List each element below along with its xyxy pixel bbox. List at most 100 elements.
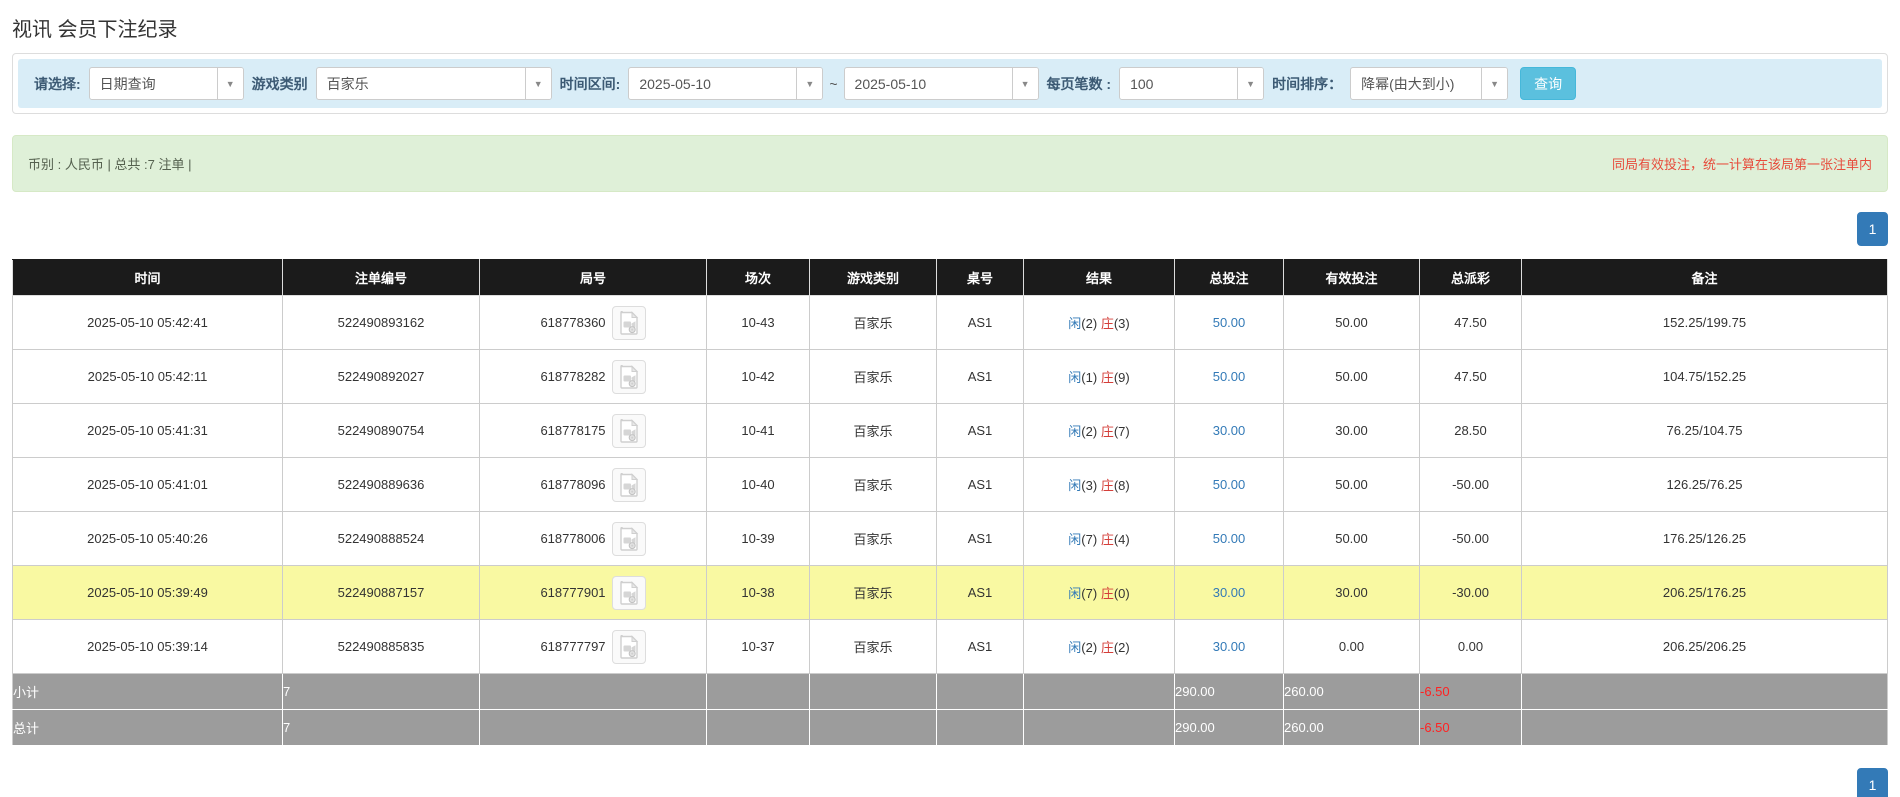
total-bet-link[interactable]: 50.00 xyxy=(1213,315,1246,330)
video-file-icon xyxy=(619,634,638,659)
total-bet-link[interactable]: 50.00 xyxy=(1213,369,1246,384)
video-replay-button[interactable] xyxy=(611,575,646,610)
query-type-value: 日期查询 xyxy=(99,75,156,92)
col-header-time: 时间 xyxy=(12,259,283,296)
cell-table-no: AS1 xyxy=(936,403,1024,458)
total-bet-link[interactable]: 50.00 xyxy=(1213,477,1246,492)
cell-session: 10-41 xyxy=(706,403,810,458)
cell-result: 闲(2) 庄(3) xyxy=(1023,295,1175,350)
search-button[interactable]: 查询 xyxy=(1520,67,1577,100)
result-banker: 庄(3) xyxy=(1100,316,1130,331)
chevron-down-icon: ▼ xyxy=(1481,68,1508,99)
cell-round-no: 618778360 xyxy=(479,295,707,350)
cell-game-type: 百家乐 xyxy=(809,349,937,404)
cell-valid-bet: 50.00 xyxy=(1283,511,1420,566)
page-container: 视讯 会员下注纪录 请选择: 日期查询 ▼ 游戏类别 百家乐 ▼ 时间区间: 2… xyxy=(0,0,1900,797)
cell-note: 152.25/199.75 xyxy=(1521,295,1888,350)
video-replay-button[interactable] xyxy=(611,413,646,448)
date-to-select[interactable]: 2025-05-10 ▼ xyxy=(843,67,1039,100)
video-replay-button[interactable] xyxy=(611,521,646,556)
table-row: 2025-05-10 05:42:11 522490892027 6187782… xyxy=(12,349,1888,404)
total-bet-link[interactable]: 30.00 xyxy=(1213,585,1246,600)
result-player: 闲(2) xyxy=(1068,424,1098,439)
date-from-select[interactable]: 2025-05-10 ▼ xyxy=(628,67,824,100)
date-to-value: 2025-05-10 xyxy=(854,75,927,92)
video-file-icon xyxy=(619,472,638,497)
cell-time: 2025-05-10 05:39:49 xyxy=(12,565,283,620)
cell-bet-no: 522490890754 xyxy=(282,403,480,458)
result-banker: 庄(0) xyxy=(1100,586,1130,601)
cell-table-no: AS1 xyxy=(936,619,1024,674)
col-header-total-bet: 总投注 xyxy=(1174,259,1284,296)
page-size-value: 100 xyxy=(1130,75,1154,92)
cell-table-no: AS1 xyxy=(936,295,1024,350)
result-player: 闲(1) xyxy=(1068,370,1098,385)
page-size-select[interactable]: 100 ▼ xyxy=(1119,67,1265,100)
cell-payout: 47.50 xyxy=(1419,295,1522,350)
round-no-text: 618778096 xyxy=(540,477,606,492)
chevron-down-icon: ▼ xyxy=(796,68,823,99)
cell-time: 2025-05-10 05:42:11 xyxy=(12,349,283,404)
cell-result: 闲(2) 庄(7) xyxy=(1023,403,1175,458)
pagination-top: 1 xyxy=(12,212,1888,246)
total-bet-link[interactable]: 50.00 xyxy=(1213,531,1246,546)
round-no-text: 618778360 xyxy=(540,315,606,330)
result-banker: 庄(4) xyxy=(1100,532,1130,547)
cell-round-no: 618778096 xyxy=(479,457,707,512)
cell-valid-bet: 50.00 xyxy=(1283,295,1420,350)
video-replay-button[interactable] xyxy=(611,467,646,502)
total-bet-link[interactable]: 30.00 xyxy=(1213,423,1246,438)
cell-round-no: 618778175 xyxy=(479,403,707,458)
video-replay-button[interactable] xyxy=(611,359,646,394)
cell-game-type: 百家乐 xyxy=(809,619,937,674)
subtotal-count: 7 xyxy=(282,673,480,710)
col-header-round-no: 局号 xyxy=(479,259,707,296)
cell-total-bet: 30.00 xyxy=(1174,619,1284,674)
grand-total-valid-bet: 260.00 xyxy=(1283,709,1420,746)
cell-table-no: AS1 xyxy=(936,457,1024,512)
time-sort-select[interactable]: 降幂(由大到小) ▼ xyxy=(1350,67,1509,100)
page-1-button[interactable]: 1 xyxy=(1857,212,1888,246)
cell-table-no: AS1 xyxy=(936,511,1024,566)
cell-result: 闲(7) 庄(0) xyxy=(1023,565,1175,620)
cell-bet-no: 522490888524 xyxy=(282,511,480,566)
cell-bet-no: 522490887157 xyxy=(282,565,480,620)
total-bet-link[interactable]: 30.00 xyxy=(1213,639,1246,654)
cell-payout: 28.50 xyxy=(1419,403,1522,458)
cell-bet-no: 522490893162 xyxy=(282,295,480,350)
col-header-valid-bet: 有效投注 xyxy=(1283,259,1420,296)
cell-total-bet: 30.00 xyxy=(1174,565,1284,620)
cell-game-type: 百家乐 xyxy=(809,295,937,350)
cell-valid-bet: 0.00 xyxy=(1283,619,1420,674)
cell-bet-no: 522490889636 xyxy=(282,457,480,512)
col-header-note: 备注 xyxy=(1521,259,1888,296)
video-file-icon xyxy=(619,580,638,605)
col-header-session: 场次 xyxy=(706,259,810,296)
cell-round-no: 618778282 xyxy=(479,349,707,404)
video-replay-button[interactable] xyxy=(611,305,646,340)
cell-time: 2025-05-10 05:39:14 xyxy=(12,619,283,674)
page-1-button[interactable]: 1 xyxy=(1857,768,1888,797)
bet-records-table: 时间 注单编号 局号 场次 游戏类别 桌号 结果 总投注 有效投注 总派彩 备注… xyxy=(12,259,1888,746)
cell-payout: 47.50 xyxy=(1419,349,1522,404)
date-from-value: 2025-05-10 xyxy=(639,75,711,92)
grand-total-count: 7 xyxy=(282,709,480,746)
result-player: 闲(2) xyxy=(1068,316,1098,331)
time-sort-value: 降幂(由大到小) xyxy=(1361,75,1455,92)
table-row: 2025-05-10 05:40:26 522490888524 6187780… xyxy=(12,511,1888,566)
cell-valid-bet: 50.00 xyxy=(1283,457,1420,512)
cell-note: 206.25/206.25 xyxy=(1521,619,1888,674)
result-player: 闲(3) xyxy=(1068,478,1098,493)
result-banker: 庄(2) xyxy=(1100,640,1130,655)
query-type-select[interactable]: 日期查询 ▼ xyxy=(88,67,244,100)
cell-note: 76.25/104.75 xyxy=(1521,403,1888,458)
cell-session: 10-38 xyxy=(706,565,810,620)
grand-total-payout: -6.50 xyxy=(1419,709,1522,746)
time-sort-label: 时间排序： xyxy=(1272,75,1343,92)
video-replay-button[interactable] xyxy=(611,629,646,664)
table-row: 2025-05-10 05:41:01 522490889636 6187780… xyxy=(12,457,1888,512)
cell-game-type: 百家乐 xyxy=(809,457,937,512)
subtotal-payout: -6.50 xyxy=(1419,673,1522,710)
chevron-down-icon: ▼ xyxy=(1237,68,1264,99)
game-type-select[interactable]: 百家乐 ▼ xyxy=(315,67,552,100)
